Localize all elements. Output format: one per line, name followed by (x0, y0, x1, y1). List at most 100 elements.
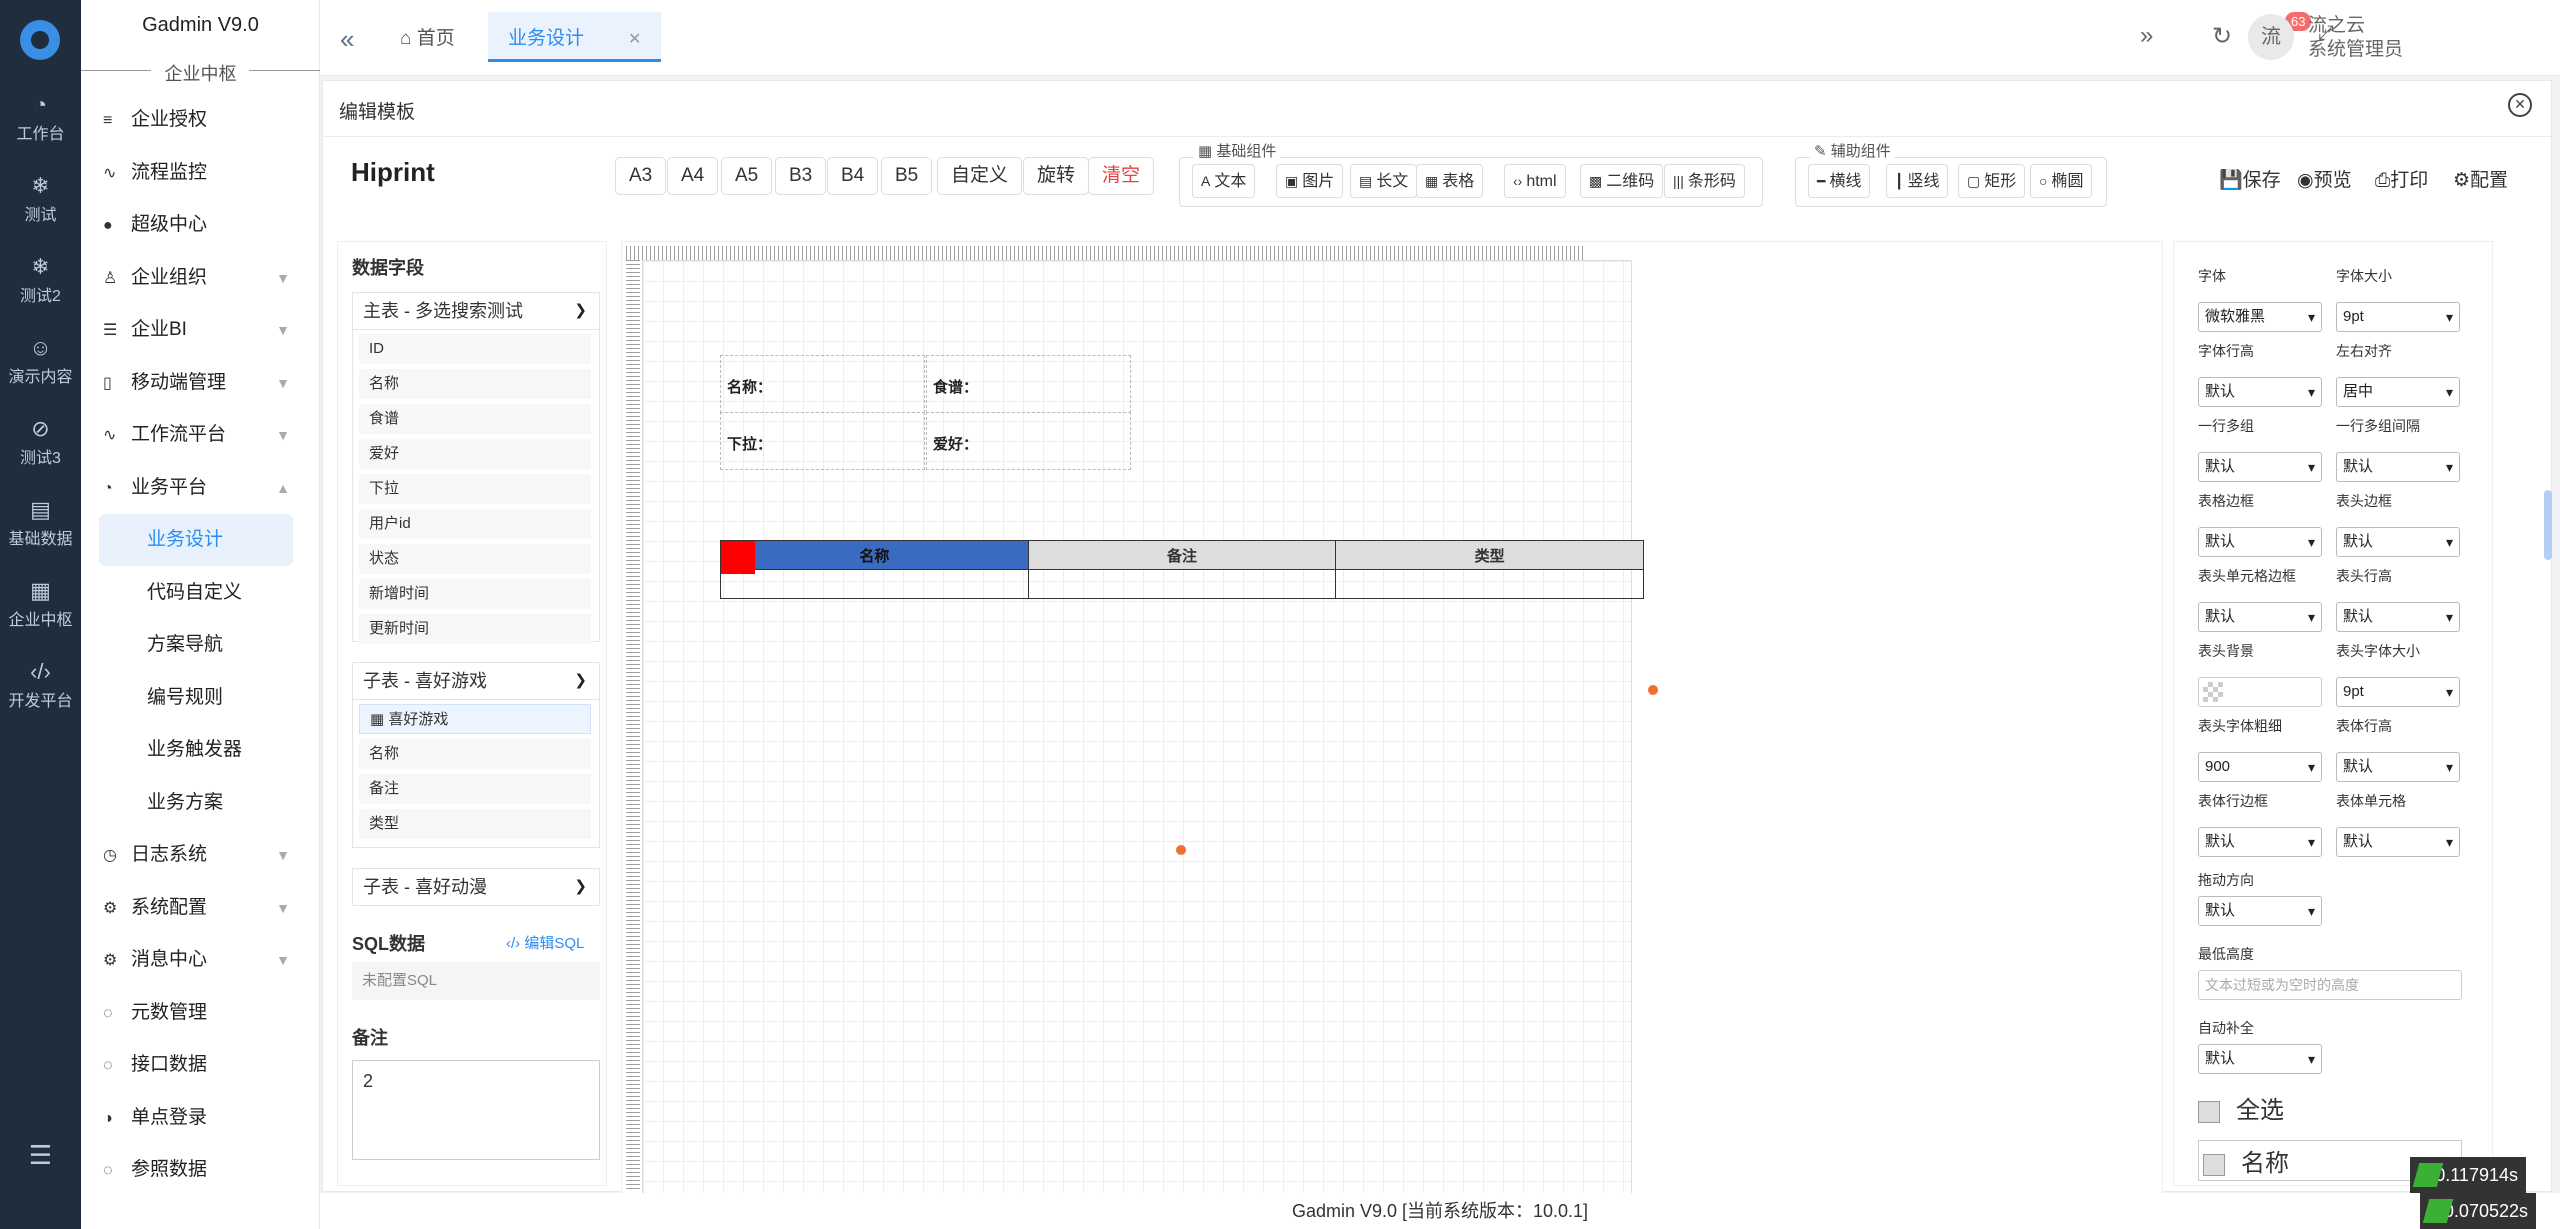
property-select[interactable]: 9pt (2336, 302, 2460, 332)
rail-item[interactable]: ◔ 工作台 (0, 90, 81, 160)
aux-component-button[interactable]: ○ 椭圆 (2030, 164, 2093, 198)
field-item[interactable]: 下拉 (359, 474, 591, 504)
select-all-checkbox[interactable]: 全选 (2198, 1090, 2284, 1125)
avatar[interactable]: 流 (2248, 14, 2294, 60)
paper-size-button[interactable]: B3 (775, 157, 827, 195)
component-button[interactable]: ‹› html (1504, 164, 1566, 198)
min-height-input[interactable]: 文本过短或为空时的高度 (2198, 970, 2462, 1000)
collapse-sidebar-icon[interactable]: « (340, 24, 354, 55)
main-table-section[interactable]: 主表 - 多选搜索测试 ❯ (352, 292, 600, 330)
paper-size-button[interactable]: 清空 (1088, 157, 1155, 195)
property-select[interactable]: 默认 (2336, 827, 2460, 857)
component-button[interactable]: ▤ 长文 (1350, 164, 1418, 198)
tab-business-design[interactable]: 业务设计 ✕ (488, 12, 662, 62)
paper-size-button[interactable]: B5 (881, 157, 933, 195)
save-button[interactable]: 💾保存 (2219, 165, 2281, 192)
property-select[interactable]: 默认 (2336, 527, 2460, 557)
rail-item[interactable]: ‹/› 开发平台 (0, 657, 81, 727)
app-logo[interactable] (20, 20, 60, 60)
sidebar-subitem[interactable]: 业务触发器 (81, 724, 320, 776)
field-item[interactable]: 名称 (359, 739, 591, 769)
resize-handle[interactable] (1648, 685, 1658, 695)
field-label-box[interactable]: 下拉： (720, 412, 925, 470)
field-item[interactable]: ▦ 喜好游戏 (359, 704, 591, 734)
property-select[interactable]: 默认 (2198, 827, 2322, 857)
config-button[interactable]: ⚙配置 (2453, 165, 2508, 192)
sidebar-item[interactable]: ◔ 业务平台 ▲ (81, 462, 320, 514)
sidebar-item[interactable]: ◷ 日志系统 ▼ (81, 829, 320, 881)
sub-table-anime-section[interactable]: 子表 - 喜好动漫 ❯ (352, 868, 600, 906)
sidebar-item[interactable]: ⚙ 消息中心 ▼ (81, 934, 320, 986)
refresh-icon[interactable]: ↻ (2212, 22, 2232, 51)
field-item[interactable]: 新增时间 (359, 579, 591, 609)
color-picker[interactable] (2198, 677, 2322, 707)
property-select[interactable]: 默认 (2198, 602, 2322, 632)
rail-item[interactable]: ▤ 基础数据 (0, 495, 81, 565)
paper-size-button[interactable]: A4 (667, 157, 719, 195)
rail-item[interactable]: ❄ 测试2 (0, 252, 81, 322)
property-select[interactable]: 居中 (2336, 377, 2460, 407)
property-select[interactable]: 默认 (2336, 452, 2460, 482)
field-label-box[interactable]: 爱好： (926, 412, 1131, 470)
aux-component-button[interactable]: ▢ 矩形 (1958, 164, 2026, 198)
table-header-cell[interactable]: 名称 (720, 540, 1029, 570)
field-item[interactable]: 食谱 (359, 404, 591, 434)
sidebar-item[interactable]: ◌ 元数管理 (81, 987, 320, 1039)
autofill-select[interactable]: 默认 (2198, 1044, 2322, 1074)
scrollbar[interactable] (2544, 490, 2552, 560)
sidebar-item[interactable]: ● 超级中心 (81, 199, 320, 251)
sidebar-item[interactable]: ▯ 移动端管理 ▼ (81, 357, 320, 409)
field-item[interactable]: 名称 (359, 369, 591, 399)
property-select[interactable]: 默认 (2336, 602, 2460, 632)
sidebar-item[interactable]: ≡ 企业授权 (81, 94, 320, 146)
sidebar-item[interactable]: ◌ 接口数据 (81, 1039, 320, 1091)
field-item[interactable]: 爱好 (359, 439, 591, 469)
rail-item[interactable]: ☺ 演示内容 (0, 333, 81, 403)
sidebar-item[interactable]: ☰ 企业BI ▼ (81, 304, 320, 356)
field-item[interactable]: 备注 (359, 774, 591, 804)
sidebar-subitem[interactable]: 方案导航 (81, 619, 320, 671)
component-button[interactable]: ▦ 表格 (1416, 164, 1484, 198)
field-label-box[interactable]: 名称： (720, 355, 925, 413)
component-button[interactable]: ▣ 图片 (1276, 164, 1344, 198)
rail-item[interactable]: ▦ 企业中枢 (0, 576, 81, 646)
aux-component-button[interactable]: ━ 横线 (1808, 164, 1871, 198)
scroll-tabs-icon[interactable]: » (2140, 22, 2153, 50)
preview-button[interactable]: ◉预览 (2297, 165, 2352, 192)
table-resize-handle[interactable] (721, 541, 755, 574)
aux-component-button[interactable]: ┃ 竖线 (1886, 164, 1949, 198)
property-select[interactable]: 900 (2198, 752, 2322, 782)
property-select[interactable]: 默认 (2336, 752, 2460, 782)
tab-home[interactable]: ⌂ 首页 (400, 12, 455, 62)
table-header-cell[interactable]: 类型 (1335, 540, 1644, 570)
drag-direction-select[interactable]: 默认 (2198, 896, 2322, 926)
field-label-box[interactable]: 食谱： (926, 355, 1131, 413)
paper-size-button[interactable]: A5 (721, 157, 773, 195)
sidebar-subitem[interactable]: 业务方案 (81, 777, 320, 829)
property-select[interactable]: 默认 (2198, 452, 2322, 482)
sidebar-item[interactable]: ◑ 单点登录 (81, 1092, 320, 1144)
sidebar-subitem[interactable]: 业务设计 (99, 514, 293, 566)
sidebar-item[interactable]: ∿ 工作流平台 ▼ (81, 409, 320, 461)
component-button[interactable]: ||| 条形码 (1664, 164, 1745, 198)
rail-item[interactable]: ⊘ 测试3 (0, 414, 81, 484)
paper-size-button[interactable]: 自定义 (937, 157, 1023, 195)
property-select[interactable]: 微软雅黑 (2198, 302, 2322, 332)
close-icon[interactable]: ✕ (628, 31, 641, 48)
property-select[interactable]: 默认 (2198, 527, 2322, 557)
component-button[interactable]: A 文本 (1192, 164, 1256, 198)
field-item[interactable]: 状态 (359, 544, 591, 574)
paper-size-button[interactable]: 旋转 (1023, 157, 1090, 195)
print-table[interactable]: 名称 备注 类型 (720, 540, 1644, 599)
field-item[interactable]: 类型 (359, 809, 591, 839)
rail-item[interactable]: ❄ 测试 (0, 171, 81, 241)
menu-toggle-icon[interactable]: ☰ (0, 1140, 81, 1170)
field-item[interactable]: 用户id (359, 509, 591, 539)
sidebar-item[interactable]: ◌ 参照数据 (81, 1144, 320, 1196)
field-item[interactable]: 更新时间 (359, 614, 591, 644)
sidebar-item[interactable]: ♙ 企业组织 ▼ (81, 252, 320, 304)
sidebar-subitem[interactable]: 代码自定义 (81, 567, 320, 619)
resize-handle[interactable] (1176, 845, 1186, 855)
table-body-cell[interactable] (1027, 569, 1337, 599)
sidebar-item[interactable]: ⚙ 系统配置 ▼ (81, 882, 320, 934)
